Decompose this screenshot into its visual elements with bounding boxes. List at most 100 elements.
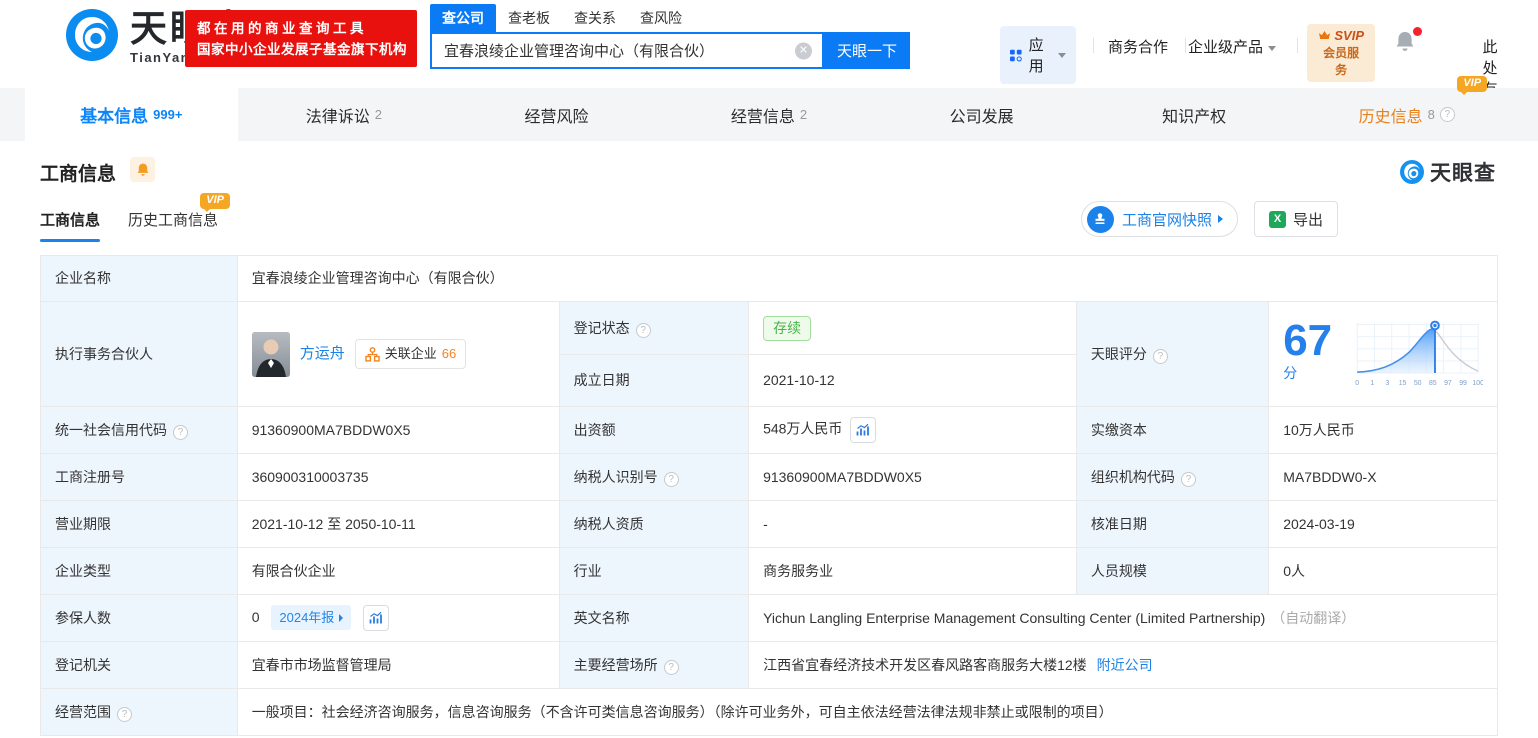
english-name-value: Yichun Langling Enterprise Management Co… bbox=[763, 610, 1265, 626]
official-snapshot-button[interactable]: 工商官网快照 bbox=[1081, 201, 1238, 237]
company-type-label: 企业类型 bbox=[41, 548, 238, 595]
notifications-button[interactable] bbox=[1394, 30, 1420, 56]
taxpayer-quality-label: 纳税人资质 bbox=[559, 501, 748, 548]
divider bbox=[1093, 38, 1094, 53]
apps-menu[interactable]: 应用 bbox=[1000, 26, 1076, 84]
notification-dot bbox=[1413, 27, 1422, 36]
tab-company-development[interactable]: 公司发展 bbox=[875, 88, 1088, 141]
partner-name-link[interactable]: 方运舟 bbox=[300, 343, 345, 366]
chart-icon bbox=[856, 423, 870, 437]
search-button[interactable]: 天眼一下 bbox=[824, 32, 910, 69]
credit-code-label: 统一社会信用代码? bbox=[41, 407, 238, 454]
vip-badge: VIP bbox=[200, 193, 230, 209]
capital-trend-chart-button[interactable] bbox=[850, 417, 876, 443]
search-area: 查公司 查老板 查关系 查风险 ✕ 天眼一下 bbox=[430, 7, 910, 69]
banner-line1: 都在用的商业查询工具 bbox=[197, 18, 405, 39]
search-tabs: 查公司 查老板 查关系 查风险 bbox=[430, 7, 910, 32]
table-row: 企业类型 有限合伙企业 行业 商务服务业 人员规模 0人 bbox=[41, 548, 1498, 595]
taxpayer-id-label: 纳税人识别号? bbox=[559, 454, 748, 501]
table-row: 营业期限 2021-10-12 至 2050-10-11 纳税人资质 - 核准日… bbox=[41, 501, 1498, 548]
help-icon[interactable]: ? bbox=[664, 660, 679, 675]
search-input[interactable] bbox=[432, 34, 822, 67]
tab-history-info[interactable]: VIP 历史信息8 ? bbox=[1300, 88, 1513, 141]
established-date-label: 成立日期 bbox=[559, 355, 748, 407]
established-date-value: 2021-10-12 bbox=[749, 355, 1077, 407]
enterprise-products-link[interactable]: 企业级产品 bbox=[1188, 36, 1276, 57]
svip-member-button[interactable]: SVIP 会员服务 bbox=[1307, 24, 1375, 82]
table-row: 执行事务合伙人 方运 bbox=[41, 302, 1498, 355]
tab-operating-risk[interactable]: 经营风险 bbox=[450, 88, 663, 141]
clear-search-icon[interactable]: ✕ bbox=[795, 42, 812, 59]
nearby-companies-link[interactable]: 附近公司 bbox=[1097, 657, 1153, 673]
main-premises-value: 江西省宜春经济技术开发区春风路客商服务大楼12楼 bbox=[763, 657, 1087, 673]
search-tab-relation[interactable]: 查关系 bbox=[562, 4, 628, 32]
capital-label: 出资额 bbox=[559, 407, 748, 454]
svg-text:0: 0 bbox=[1355, 380, 1359, 387]
tab-legal-proceedings[interactable]: 法律诉讼2 bbox=[238, 88, 451, 141]
taxpayer-id-value: 91360900MA7BDDW0X5 bbox=[749, 454, 1077, 501]
main-premises-label: 主要经营场所? bbox=[559, 642, 748, 689]
executive-partner-label: 执行事务合伙人 bbox=[41, 302, 238, 407]
export-button[interactable]: X 导出 bbox=[1254, 201, 1338, 237]
tianyancha-page: 天眼查 TianYanCha.com 都在用的商业查询工具 国家中小企业发展子基… bbox=[0, 0, 1538, 738]
svg-text:3: 3 bbox=[1385, 380, 1389, 387]
industry-label: 行业 bbox=[559, 548, 748, 595]
approval-date-label: 核准日期 bbox=[1076, 501, 1268, 548]
subtab-business-info[interactable]: 工商信息 bbox=[40, 209, 100, 230]
search-tab-boss[interactable]: 查老板 bbox=[496, 4, 562, 32]
divider bbox=[1297, 38, 1298, 53]
company-nav-tabs: 基本信息999+ 法律诉讼2 经营风险 经营信息2 公司发展 知识产权 VIP … bbox=[0, 88, 1538, 141]
subtab-history-business-info[interactable]: VIP 历史工商信息 bbox=[128, 209, 218, 230]
org-chart-icon bbox=[365, 347, 380, 362]
tab-operating-info[interactable]: 经营信息2 bbox=[663, 88, 876, 141]
svg-text:50: 50 bbox=[1413, 380, 1421, 387]
table-row: 登记机关 宜春市市场监督管理局 主要经营场所? 江西省宜春经济技术开发区春风路客… bbox=[41, 642, 1498, 689]
partner-avatar[interactable] bbox=[252, 332, 290, 377]
tianyan-score-label: 天眼评分? bbox=[1076, 302, 1268, 407]
paid-capital-value: 10万人民币 bbox=[1269, 407, 1498, 454]
help-icon[interactable]: ? bbox=[173, 425, 188, 440]
svg-text:100: 100 bbox=[1472, 380, 1483, 387]
capital-value: 548万人民币 bbox=[763, 421, 842, 437]
arrow-right-icon bbox=[339, 614, 343, 622]
help-icon[interactable]: ? bbox=[117, 707, 132, 722]
insured-count-label: 参保人数 bbox=[41, 595, 238, 642]
search-tab-company[interactable]: 查公司 bbox=[430, 4, 496, 32]
chevron-down-icon bbox=[1058, 53, 1066, 58]
grid-apps-icon bbox=[1010, 47, 1022, 64]
approval-date-value: 2024-03-19 bbox=[1269, 501, 1498, 548]
svg-text:15: 15 bbox=[1398, 380, 1406, 387]
insured-count-value: 0 bbox=[252, 609, 260, 625]
table-row: 工商注册号 360900310003735 纳税人识别号? 91360900MA… bbox=[41, 454, 1498, 501]
tianyan-score: 67分 bbox=[1283, 308, 1483, 400]
help-icon[interactable]: ? bbox=[664, 472, 679, 487]
credit-code-value: 91360900MA7BDDW0X5 bbox=[237, 407, 559, 454]
score-marker-pin bbox=[1430, 321, 1440, 331]
banner-line2: 国家中小企业发展子基金旗下机构 bbox=[197, 39, 405, 60]
crown-icon bbox=[1318, 30, 1331, 41]
annual-report-badge[interactable]: 2024年报 bbox=[271, 605, 351, 631]
help-icon[interactable]: ? bbox=[1153, 349, 1168, 364]
paid-capital-label: 实缴资本 bbox=[1076, 407, 1268, 454]
help-icon[interactable]: ? bbox=[1440, 107, 1455, 122]
stamp-icon bbox=[1087, 206, 1114, 233]
svip-label: SVIP bbox=[1334, 28, 1364, 43]
biz-coop-link[interactable]: 商务合作 bbox=[1108, 36, 1168, 57]
insured-trend-chart-button[interactable] bbox=[363, 605, 389, 631]
table-row: 经营范围? 一般项目：社会经济咨询服务，信息咨询服务（不含许可类信息咨询服务）（… bbox=[41, 689, 1498, 736]
help-icon[interactable]: ? bbox=[1181, 472, 1196, 487]
reg-number-value: 360900310003735 bbox=[237, 454, 559, 501]
help-icon[interactable]: ? bbox=[636, 323, 651, 338]
search-tab-risk[interactable]: 查风险 bbox=[628, 4, 694, 32]
table-row: 统一社会信用代码? 91360900MA7BDDW0X5 出资额 548万人民币… bbox=[41, 407, 1498, 454]
excel-icon: X bbox=[1269, 211, 1286, 228]
company-type-value: 有限合伙企业 bbox=[237, 548, 559, 595]
vip-badge: VIP bbox=[1457, 76, 1487, 92]
subscribe-bell-button[interactable] bbox=[130, 157, 155, 182]
chevron-down-icon bbox=[1268, 46, 1276, 51]
svg-text:1: 1 bbox=[1370, 380, 1374, 387]
tab-basic-info[interactable]: 基本信息999+ bbox=[25, 88, 238, 141]
related-companies-badge[interactable]: 关联企业 66 bbox=[355, 339, 466, 369]
status-badge: 存续 bbox=[763, 316, 811, 341]
tab-intellectual-property[interactable]: 知识产权 bbox=[1088, 88, 1301, 141]
